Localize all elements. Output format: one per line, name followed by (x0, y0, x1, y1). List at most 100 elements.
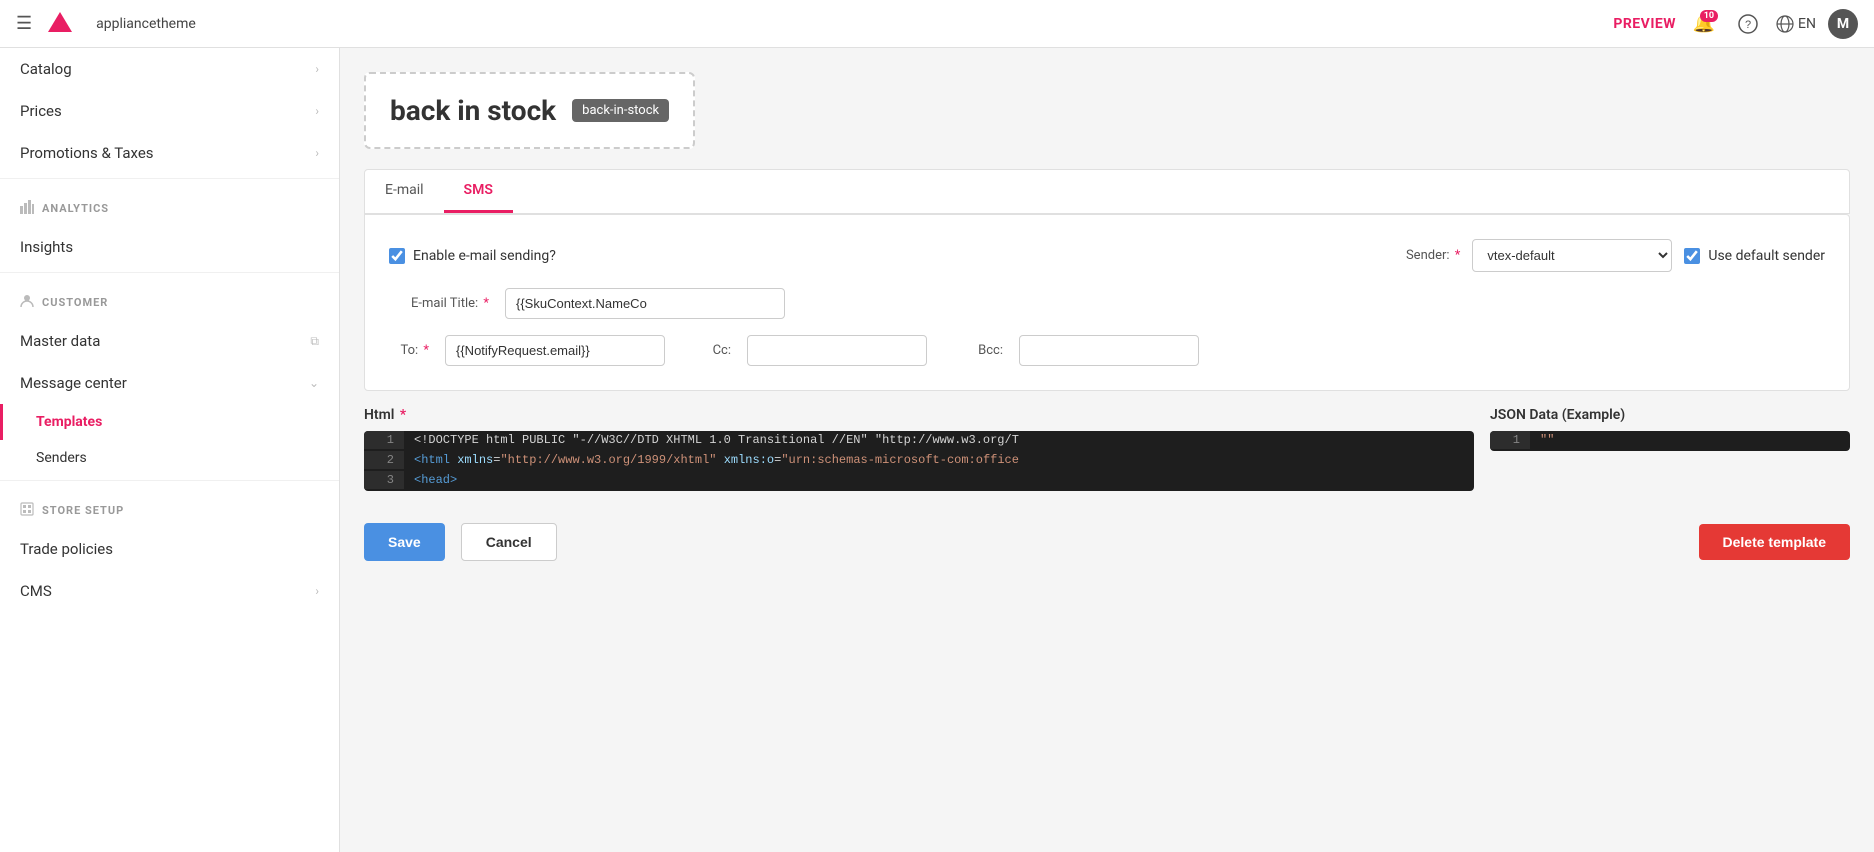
chevron-right-icon: › (315, 104, 319, 118)
to-cc-bcc-row: To: * Cc: Bcc: (389, 335, 1825, 366)
tab-email[interactable]: E-mail (365, 170, 444, 213)
sender-label: Sender: * (1380, 248, 1460, 263)
email-title-label: E-mail Title: * (389, 296, 489, 311)
sidebar-divider (0, 178, 339, 179)
chevron-down-icon: ⌄ (309, 376, 319, 390)
bottom-actions: Save Cancel Delete template (364, 511, 1850, 573)
logo (44, 8, 76, 40)
sender-required: * (1455, 248, 1461, 263)
use-default-sender-label: Use default sender (1708, 248, 1825, 264)
json-line-1: 1 "" (1490, 431, 1850, 451)
help-icon[interactable]: ? (1732, 8, 1764, 40)
language-selector[interactable]: EN (1776, 15, 1816, 33)
template-header: back in stock back-in-stock (364, 72, 695, 149)
notifications-icon[interactable]: 🔔 10 (1688, 8, 1720, 40)
app-name: appliancetheme (96, 16, 196, 32)
store-setup-icon (20, 501, 34, 520)
line-content-2: <html xmlns="http://www.w3.org/1999/xhtm… (404, 451, 1474, 469)
sidebar-master-data-label: Master data (20, 332, 100, 350)
sidebar-item-templates[interactable]: Templates (0, 404, 339, 440)
sidebar-senders-label: Senders (36, 450, 87, 466)
hamburger-icon[interactable]: ☰ (16, 13, 32, 34)
to-label: To: * (389, 343, 429, 358)
sidebar-item-catalog[interactable]: Catalog › (0, 48, 339, 90)
sidebar-item-message-center[interactable]: Message center ⌄ (0, 362, 339, 404)
bcc-input[interactable] (1019, 335, 1199, 366)
sidebar-catalog-label: Catalog (20, 60, 72, 78)
sidebar-trade-policies-label: Trade policies (20, 540, 113, 558)
line-num-2: 2 (364, 451, 404, 469)
chevron-right-icon: › (315, 146, 319, 160)
sidebar-divider-3 (0, 480, 339, 481)
analytics-section-label: ANALYTICS (0, 183, 339, 226)
sidebar-insights-label: Insights (20, 238, 73, 256)
sidebar-promotions-label: Promotions & Taxes (20, 144, 154, 162)
json-editor-section: JSON Data (Example) 1 "" (1490, 407, 1850, 491)
enable-email-checkbox[interactable] (389, 248, 405, 264)
save-button[interactable]: Save (364, 523, 445, 561)
line-num-1: 1 (364, 431, 404, 449)
enable-checkbox-wrapper[interactable]: Enable e-mail sending? (389, 248, 556, 264)
sidebar-prices-label: Prices (20, 102, 62, 120)
email-title-row: E-mail Title: * (389, 288, 1825, 319)
tabs: E-mail SMS (364, 169, 1850, 214)
html-required: * (400, 407, 406, 423)
email-title-input[interactable] (505, 288, 785, 319)
line-content-1: <!DOCTYPE html PUBLIC "-//W3C//DTD XHTML… (404, 431, 1460, 449)
sidebar-item-prices[interactable]: Prices › (0, 90, 339, 132)
delete-template-button[interactable]: Delete template (1699, 524, 1850, 560)
tab-sms[interactable]: SMS (444, 170, 513, 213)
external-link-icon: ⧉ (310, 334, 319, 349)
svg-text:?: ? (1745, 19, 1751, 31)
line-content-3: <head> (404, 471, 1474, 489)
sidebar-item-promotions-taxes[interactable]: Promotions & Taxes › (0, 132, 339, 174)
json-editor-title: JSON Data (Example) (1490, 407, 1850, 423)
code-line-2: 2 <html xmlns="http://www.w3.org/1999/xh… (364, 451, 1474, 471)
code-line-1: 1 <!DOCTYPE html PUBLIC "-//W3C//DTD XHT… (364, 431, 1474, 451)
sidebar-item-senders[interactable]: Senders (0, 440, 339, 476)
analytics-icon (20, 199, 34, 218)
preview-button[interactable]: PREVIEW (1613, 16, 1676, 32)
html-editor-section: Html * 1 <!DOCTYPE html PUBLIC "-//W3C//… (364, 407, 1474, 491)
sidebar-item-master-data[interactable]: Master data ⧉ (0, 320, 339, 362)
notification-badge: 10 (1700, 10, 1718, 22)
sidebar-item-cms[interactable]: CMS › (0, 570, 339, 612)
cancel-button[interactable]: Cancel (461, 523, 557, 561)
sidebar-divider-2 (0, 272, 339, 273)
to-input[interactable] (445, 335, 665, 366)
json-line-content-1: "" (1530, 431, 1836, 449)
chevron-right-icon: › (315, 584, 319, 598)
sidebar-item-trade-policies[interactable]: Trade policies (0, 528, 339, 570)
layout: Catalog › Prices › Promotions & Taxes › … (0, 48, 1874, 852)
html-editor-title: Html * (364, 407, 1474, 423)
to-required: * (423, 343, 429, 358)
bcc-label: Bcc: (963, 343, 1003, 358)
code-line-3: 3 <head> (364, 471, 1474, 491)
sidebar-message-center-label: Message center (20, 374, 127, 392)
line-num-3: 3 (364, 471, 404, 489)
customer-section-label: CUSTOMER (0, 277, 339, 320)
html-code-editor[interactable]: 1 <!DOCTYPE html PUBLIC "-//W3C//DTD XHT… (364, 431, 1474, 491)
sidebar-cms-label: CMS (20, 582, 52, 600)
sidebar-item-insights[interactable]: Insights (0, 226, 339, 268)
enable-row: Enable e-mail sending? (389, 248, 556, 264)
store-setup-section-label: STORE SETUP (0, 485, 339, 528)
sender-row: Sender: * vtex-default Use default sende… (1380, 239, 1825, 272)
email-title-required: * (483, 296, 489, 311)
topbar: ☰ appliancetheme PREVIEW 🔔 10 ? EN M (0, 0, 1874, 48)
template-title: back in stock (390, 94, 556, 127)
chevron-right-icon: › (315, 62, 319, 76)
enable-sender-row: Enable e-mail sending? Sender: * vtex-de… (389, 239, 1825, 272)
customer-icon (20, 293, 34, 312)
json-code-editor[interactable]: 1 "" (1490, 431, 1850, 451)
template-slug-badge: back-in-stock (572, 99, 669, 122)
cc-input[interactable] (747, 335, 927, 366)
user-avatar[interactable]: M (1828, 9, 1858, 39)
sender-select[interactable]: vtex-default (1472, 239, 1672, 272)
lang-label: EN (1798, 16, 1816, 32)
enable-label: Enable e-mail sending? (413, 248, 556, 264)
use-default-sender-checkbox[interactable] (1684, 248, 1700, 264)
editors-row: Html * 1 <!DOCTYPE html PUBLIC "-//W3C//… (364, 407, 1850, 491)
main-content: back in stock back-in-stock E-mail SMS E… (340, 48, 1874, 852)
use-default-sender-wrapper[interactable]: Use default sender (1684, 248, 1825, 264)
